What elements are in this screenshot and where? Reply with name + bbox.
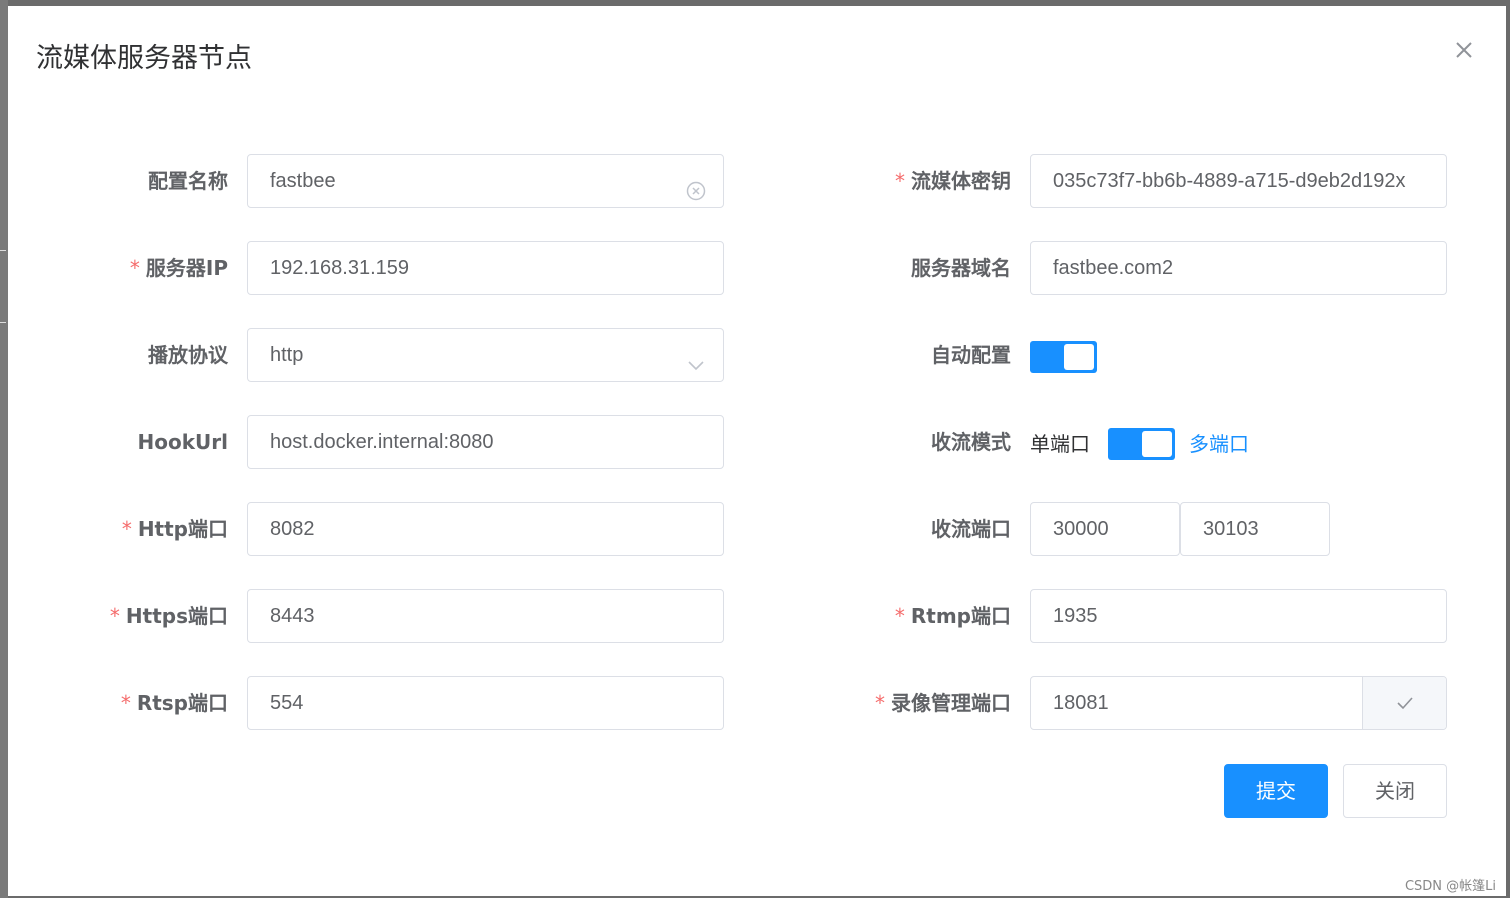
label-config-name-text: 配置名称 xyxy=(148,169,228,193)
label-https-port: * Https端口 xyxy=(48,589,228,643)
stream-mode-active-text[interactable]: 多端口 xyxy=(1189,428,1249,460)
label-stream-mode: 收流模式 xyxy=(808,415,1011,469)
label-config-name: 配置名称 xyxy=(48,154,228,208)
stream-mode-switch[interactable] xyxy=(1108,428,1175,460)
label-stream-mode-text: 收流模式 xyxy=(931,430,1011,454)
label-rtmp-port-text: Rtmp端口 xyxy=(910,604,1011,628)
label-media-secret: * 流媒体密钥 xyxy=(808,154,1011,208)
server-ip-value: 192.168.31.159 xyxy=(270,257,410,279)
switch-knob xyxy=(1142,431,1172,457)
backdrop-overlay xyxy=(0,0,8,898)
rtmp-port-value: 1935 xyxy=(1053,605,1098,627)
label-stream-ports-text: 收流端口 xyxy=(931,517,1011,541)
https-port-value: 8443 xyxy=(270,605,315,627)
play-protocol-select[interactable]: http xyxy=(247,328,724,382)
watermark: CSDN @帐篷Li xyxy=(1404,879,1496,894)
label-server-domain: 服务器域名 xyxy=(808,241,1011,295)
record-port-append-button[interactable] xyxy=(1362,677,1446,729)
label-rtsp-port: * Rtsp端口 xyxy=(48,676,228,730)
https-port-input[interactable]: 8443 xyxy=(247,589,724,643)
label-rtmp-port: * Rtmp端口 xyxy=(808,589,1011,643)
rtsp-port-value: 554 xyxy=(270,692,304,714)
hook-url-input[interactable]: host.docker.internal:8080 xyxy=(247,415,724,469)
server-domain-value: fastbee.com2 xyxy=(1053,257,1174,279)
record-port-input[interactable]: 18081 xyxy=(1030,676,1447,730)
label-play-protocol: 播放协议 xyxy=(48,328,228,382)
label-rtsp-port-text: Rtsp端口 xyxy=(136,691,228,715)
check-icon xyxy=(1397,697,1413,710)
required-mark: * xyxy=(121,517,132,541)
required-mark: * xyxy=(875,691,885,715)
backdrop-mark xyxy=(0,322,6,323)
label-record-port-text: 录像管理端口 xyxy=(891,691,1011,715)
dialog-title: 流媒体服务器节点 xyxy=(36,43,252,74)
label-media-secret-text: 流媒体密钥 xyxy=(911,169,1011,193)
stream-mode-inactive-text[interactable]: 单端口 xyxy=(1030,428,1090,460)
close-button[interactable]: 关闭 xyxy=(1343,764,1447,818)
label-server-domain-text: 服务器域名 xyxy=(911,256,1011,280)
auto-config-switch[interactable] xyxy=(1030,341,1097,373)
backdrop-mark xyxy=(0,250,6,251)
label-server-ip-text: 服务器IP xyxy=(145,256,228,280)
clear-circle-icon[interactable] xyxy=(685,170,707,201)
chevron-down-icon[interactable] xyxy=(685,344,707,371)
server-domain-input[interactable]: fastbee.com2 xyxy=(1030,241,1447,295)
media-server-dialog: 流媒体服务器节点 配置名称 fastbee * 流媒体密钥 035c73f7-bb… xyxy=(8,6,1506,896)
stream-port-end-input[interactable]: 30103 xyxy=(1180,502,1330,556)
play-protocol-value: http xyxy=(270,344,304,366)
rtmp-port-input[interactable]: 1935 xyxy=(1030,589,1447,643)
switch-knob xyxy=(1064,344,1094,370)
label-hook-url: HookUrl xyxy=(48,415,228,469)
label-auto-config: 自动配置 xyxy=(808,328,1011,382)
submit-button[interactable]: 提交 xyxy=(1224,764,1328,818)
label-server-ip: * 服务器IP xyxy=(48,241,228,295)
required-mark: * xyxy=(894,604,905,628)
label-http-port-text: Http端口 xyxy=(137,517,228,541)
server-ip-input[interactable]: 192.168.31.159 xyxy=(247,241,724,295)
http-port-value: 8082 xyxy=(270,518,315,540)
record-port-value: 18081 xyxy=(1053,692,1109,714)
close-icon[interactable] xyxy=(1452,38,1476,62)
config-name-value: fastbee xyxy=(270,170,336,192)
rtsp-port-input[interactable]: 554 xyxy=(247,676,724,730)
label-auto-config-text: 自动配置 xyxy=(931,343,1011,367)
required-mark: * xyxy=(129,256,140,280)
stream-port-start-value: 30000 xyxy=(1053,518,1109,540)
required-mark: * xyxy=(895,169,905,193)
http-port-input[interactable]: 8082 xyxy=(247,502,724,556)
label-https-port-text: Https端口 xyxy=(125,604,228,628)
required-mark: * xyxy=(120,691,131,715)
stream-port-start-input[interactable]: 30000 xyxy=(1030,502,1180,556)
hook-url-value: host.docker.internal:8080 xyxy=(270,431,494,453)
label-stream-ports: 收流端口 xyxy=(808,502,1011,556)
label-record-port: * 录像管理端口 xyxy=(808,676,1011,730)
label-play-protocol-text: 播放协议 xyxy=(148,343,228,367)
label-http-port: * Http端口 xyxy=(48,502,228,556)
required-mark: * xyxy=(109,604,120,628)
media-secret-input[interactable]: 035c73f7-bb6b-4889-a715-d9eb2d192x xyxy=(1030,154,1447,208)
config-name-input[interactable]: fastbee xyxy=(247,154,724,208)
label-hook-url-text: HookUrl xyxy=(137,430,228,454)
media-secret-value: 035c73f7-bb6b-4889-a715-d9eb2d192x xyxy=(1053,170,1406,192)
stream-port-end-value: 30103 xyxy=(1203,518,1259,540)
